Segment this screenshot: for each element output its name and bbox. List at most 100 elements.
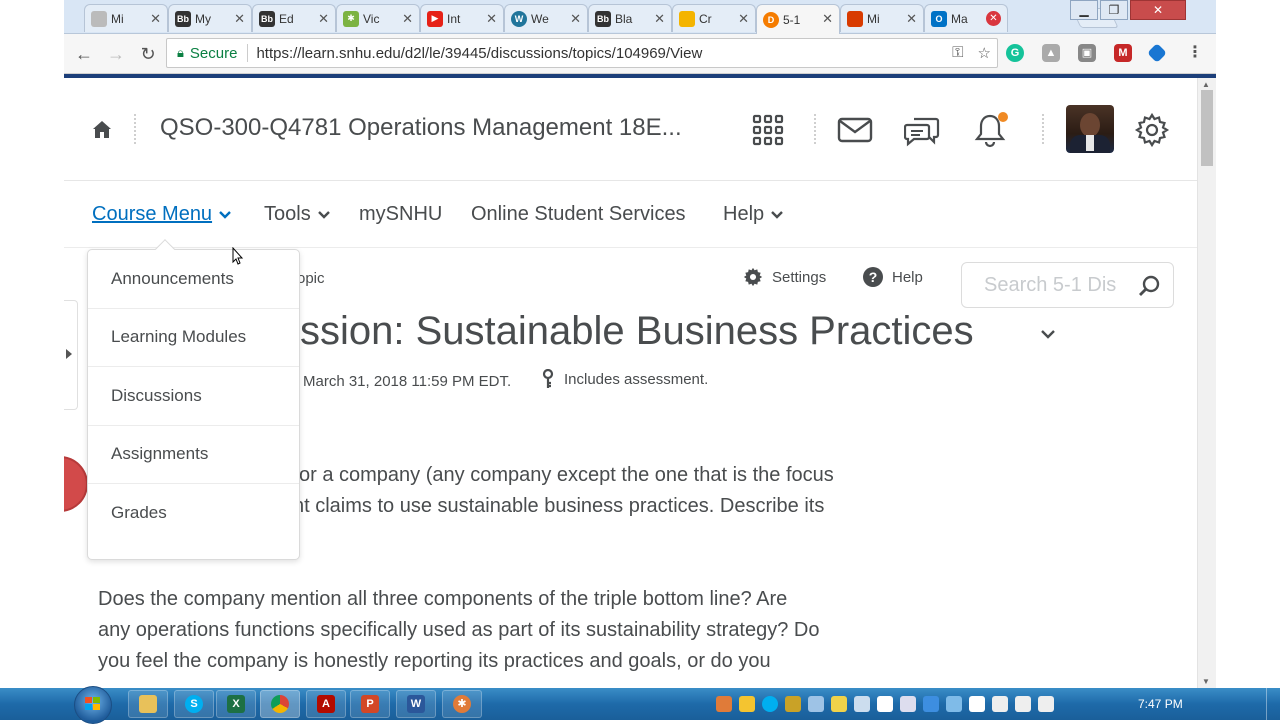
- browser-tab[interactable]: Mi ✕: [84, 4, 168, 32]
- display-icon[interactable]: [969, 696, 985, 712]
- close-tab-icon[interactable]: ✕: [486, 11, 497, 27]
- close-tab-icon[interactable]: ✕: [234, 11, 245, 27]
- tray-icon[interactable]: [900, 696, 916, 712]
- network-tray-icon[interactable]: [808, 696, 824, 712]
- bb-icon: Bb: [259, 10, 275, 27]
- browser-tab[interactable]: W We ✕: [504, 4, 588, 32]
- show-desktop-button[interactable]: [1266, 688, 1280, 720]
- search-input[interactable]: Search 5-1 Dis: [961, 262, 1174, 308]
- taskbar-powerpoint[interactable]: P: [350, 690, 390, 718]
- flag-icon[interactable]: [877, 696, 893, 712]
- browser-tab[interactable]: Cr ✕: [672, 4, 756, 32]
- menu-item-announcements[interactable]: Announcements: [88, 250, 299, 309]
- browser-tab-active[interactable]: D 5-1 ✕: [756, 4, 840, 34]
- chevron-down-icon: [219, 210, 231, 219]
- search-icon[interactable]: [1137, 274, 1161, 298]
- tray-icon[interactable]: [854, 696, 870, 712]
- browser-tab[interactable]: Bb My ✕: [168, 4, 252, 32]
- reload-button[interactable]: ↻: [136, 42, 160, 66]
- grammarly-icon[interactable]: G: [1006, 44, 1024, 62]
- browser-tab[interactable]: Bb Ed ✕: [252, 4, 336, 32]
- close-tab-icon[interactable]: ✕: [402, 11, 413, 27]
- restore-button[interactable]: ❐: [1100, 0, 1128, 20]
- help-menu[interactable]: Help: [723, 203, 784, 226]
- mendeley-icon[interactable]: M: [1114, 44, 1132, 62]
- taskbar-chrome[interactable]: [260, 690, 300, 718]
- topic-title: ssion: Sustainable Business Practices: [300, 309, 974, 353]
- mouse-cursor-icon: [232, 247, 244, 265]
- close-tab-icon[interactable]: ✕: [654, 11, 665, 27]
- taskbar-excel[interactable]: X: [216, 690, 256, 718]
- browser-tab[interactable]: ✱ Vic ✕: [336, 4, 420, 32]
- course-menu-link[interactable]: Course Menu: [92, 203, 232, 226]
- browser-tab[interactable]: ▶ Int ✕: [420, 4, 504, 32]
- taskbar-explorer[interactable]: [128, 690, 168, 718]
- mysnhu-link[interactable]: mySNHU: [359, 203, 442, 226]
- help-button[interactable]: ? Help: [862, 266, 923, 288]
- back-button[interactable]: ←: [72, 42, 96, 66]
- menu-item-learning-modules[interactable]: Learning Modules: [88, 309, 299, 367]
- dropbox-icon[interactable]: [923, 696, 939, 712]
- browser-tab[interactable]: Bb Bla ✕: [588, 4, 672, 32]
- taskbar-skype[interactable]: S: [174, 690, 214, 718]
- excel-icon: X: [227, 695, 245, 713]
- browser-tab[interactable]: O Ma ✕: [924, 4, 1008, 32]
- skype-tray-icon[interactable]: [762, 696, 778, 712]
- taskbar-clock[interactable]: 7:47 PM: [1138, 697, 1183, 711]
- close-tab-icon[interactable]: ✕: [570, 11, 581, 27]
- start-button[interactable]: [74, 686, 112, 724]
- breadcrumb[interactable]: opic: [297, 270, 325, 287]
- shield-icon[interactable]: [739, 696, 755, 712]
- close-tab-icon[interactable]: ✕: [150, 11, 161, 27]
- scroll-down-icon[interactable]: ▼: [1202, 677, 1210, 686]
- browser-menu-icon[interactable]: ⋮: [1186, 44, 1204, 62]
- scrollbar-thumb[interactable]: [1201, 90, 1213, 166]
- bookmark-star-icon[interactable]: ☆: [978, 44, 991, 62]
- extension-icon[interactable]: ▣: [1078, 44, 1096, 62]
- menu-item-grades[interactable]: Grades: [88, 484, 299, 543]
- taskbar-app[interactable]: ✱: [442, 690, 482, 718]
- signal-icon[interactable]: [1015, 696, 1031, 712]
- course-title[interactable]: QSO-300-Q4781 Operations Management 18E.…: [160, 114, 682, 142]
- close-tab-icon[interactable]: ✕: [986, 11, 1001, 26]
- window-close-button[interactable]: ✕: [1130, 0, 1186, 20]
- lock-icon: 🔒︎: [177, 45, 184, 60]
- online-student-services-link[interactable]: Online Student Services: [471, 203, 686, 226]
- key-icon[interactable]: ⚿: [952, 44, 963, 62]
- home-icon[interactable]: [90, 118, 114, 142]
- tools-menu[interactable]: Tools: [264, 203, 331, 226]
- tray-icon[interactable]: [946, 696, 962, 712]
- chevron-down-icon[interactable]: [1040, 328, 1056, 340]
- menu-item-discussions[interactable]: Discussions: [88, 367, 299, 426]
- browser-tab[interactable]: Mi ✕: [840, 4, 924, 32]
- extension-diamond-icon[interactable]: [1147, 43, 1167, 63]
- close-tab-icon[interactable]: ✕: [738, 11, 749, 27]
- volume-icon[interactable]: [1038, 696, 1054, 712]
- minimize-button[interactable]: ▁: [1070, 0, 1098, 20]
- page-scrollbar[interactable]: ▲ ▼: [1197, 78, 1216, 688]
- yahoo-icon[interactable]: [785, 696, 801, 712]
- taskbar-word[interactable]: W: [396, 690, 436, 718]
- mail-icon[interactable]: [835, 110, 875, 150]
- menu-item-assignments[interactable]: Assignments: [88, 426, 299, 484]
- gear-icon[interactable]: [1132, 110, 1172, 150]
- close-tab-icon[interactable]: ✕: [906, 11, 917, 27]
- close-tab-icon[interactable]: ✕: [822, 11, 833, 27]
- discussions-icon[interactable]: [902, 110, 942, 150]
- waffle-icon[interactable]: [748, 110, 788, 150]
- wordpress-icon: W: [511, 10, 527, 27]
- warning-icon[interactable]: [831, 696, 847, 712]
- tray-icon[interactable]: [992, 696, 1008, 712]
- close-tab-icon[interactable]: ✕: [318, 11, 329, 27]
- drive-icon[interactable]: ▲: [1042, 44, 1060, 62]
- secure-label: Secure: [189, 44, 238, 62]
- url-text[interactable]: https://learn.snhu.edu/d2l/le/39445/disc…: [256, 45, 702, 62]
- side-panel-toggle[interactable]: [64, 300, 78, 410]
- address-bar[interactable]: 🔒︎ Secure https://learn.snhu.edu/d2l/le/…: [166, 38, 998, 68]
- tray-icon[interactable]: [716, 696, 732, 712]
- avatar[interactable]: [1066, 105, 1114, 153]
- forward-button[interactable]: →: [104, 42, 128, 66]
- taskbar-acrobat[interactable]: A: [306, 690, 346, 718]
- settings-button[interactable]: Settings: [742, 266, 826, 288]
- scroll-up-icon[interactable]: ▲: [1202, 80, 1210, 89]
